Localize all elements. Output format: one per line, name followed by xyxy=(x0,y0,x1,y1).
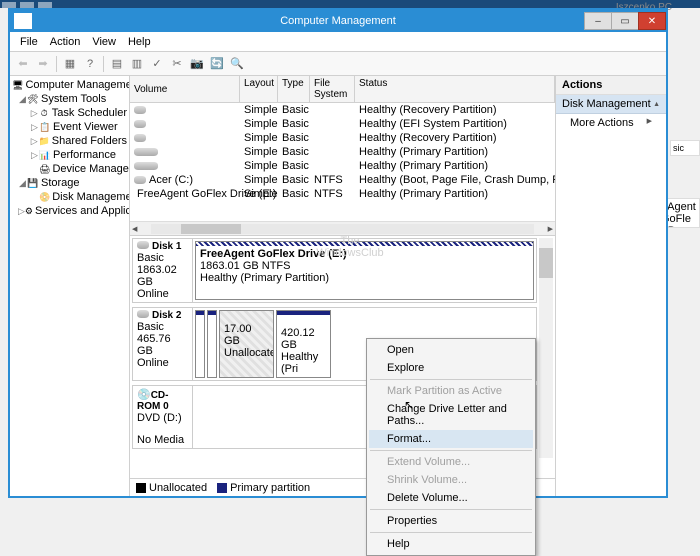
disk-2-small-partition-1[interactable] xyxy=(195,310,205,378)
ctx-mark-active[interactable]: Mark Partition as Active xyxy=(369,382,533,400)
view-bottom-button[interactable]: ▥ xyxy=(128,55,146,73)
tree-task-scheduler[interactable]: ▷⏱Task Scheduler xyxy=(12,106,127,120)
console-tree[interactable]: 🖥Computer Management (Local ◢🛠System Too… xyxy=(10,76,130,496)
tree-event-viewer[interactable]: ▷📋Event Viewer xyxy=(12,120,127,134)
volume-row[interactable]: SimpleBasicHealthy (Primary Partition) xyxy=(130,145,555,159)
close-button[interactable]: ✕ xyxy=(638,12,666,30)
tools-icon: 🛠 xyxy=(27,93,39,105)
ctx-shrink[interactable]: Shrink Volume... xyxy=(369,471,533,489)
volume-row[interactable]: SimpleBasicHealthy (Primary Partition) xyxy=(130,159,555,173)
view-top-button[interactable]: ▤ xyxy=(108,55,126,73)
app-icon: 🖥 xyxy=(14,13,32,29)
volume-row[interactable]: SimpleBasicHealthy (Recovery Partition) xyxy=(130,131,555,145)
col-status[interactable]: Status xyxy=(355,76,555,102)
disk-2-unallocated[interactable]: 17.00 GBUnallocated xyxy=(219,310,274,378)
ctx-open[interactable]: Open xyxy=(369,341,533,359)
legend-primary-swatch xyxy=(217,483,227,493)
toolbar: ⬅ ➡ ▦ ? ▤ ▥ ✓ ✂ 📷 🔄 🔍 xyxy=(10,52,666,76)
cut-button[interactable]: ✂ xyxy=(168,55,186,73)
rescan-button[interactable]: 🔄 xyxy=(208,55,226,73)
computer-management-window: 🖥 Computer Management – ▭ ✕ File Action … xyxy=(8,8,668,498)
folder-icon: 📁 xyxy=(38,135,49,147)
legend-unallocated-swatch xyxy=(136,483,146,493)
menu-action[interactable]: Action xyxy=(44,34,87,50)
tree-root[interactable]: 🖥Computer Management (Local xyxy=(12,78,127,92)
menu-help[interactable]: Help xyxy=(122,34,157,50)
tree-device-manager[interactable]: 🖨Device Manager xyxy=(12,162,127,176)
help-button[interactable]: ? xyxy=(81,55,99,73)
col-type[interactable]: Type xyxy=(278,76,310,102)
perf-icon: 📊 xyxy=(39,149,51,161)
col-volume[interactable]: Volume xyxy=(130,76,240,102)
services-icon: ⚙ xyxy=(25,205,33,217)
tree-storage[interactable]: ◢💾Storage xyxy=(12,176,127,190)
ctx-format[interactable]: Format... xyxy=(369,430,533,448)
event-icon: 📋 xyxy=(39,121,51,133)
computer-icon: 🖥 xyxy=(12,79,23,91)
menu-view[interactable]: View xyxy=(86,34,122,50)
titlebar[interactable]: 🖥 Computer Management – ▭ ✕ xyxy=(10,10,666,32)
disk-1-row[interactable]: Disk 1 Basic 1863.02 GB Online FreeAgent… xyxy=(132,238,537,303)
ctx-properties[interactable]: Properties xyxy=(369,512,533,530)
tree-services[interactable]: ▷⚙Services and Applications xyxy=(12,204,127,218)
disk-1-label: Disk 1 Basic 1863.02 GB Online xyxy=(133,239,193,302)
disk-1-partition-e[interactable]: FreeAgent GoFlex Drive (E:) 1863.01 GB N… xyxy=(195,241,534,300)
collapse-icon: ▲ xyxy=(653,101,660,108)
ctx-explore[interactable]: Explore xyxy=(369,359,533,377)
disk-icon: 📀 xyxy=(39,191,50,203)
actions-pane: Actions Disk Management▲ More Actions▶ xyxy=(556,76,666,496)
taskbar-fragment xyxy=(0,0,700,8)
tree-shared-folders[interactable]: ▷📁Shared Folders xyxy=(12,134,127,148)
forward-button[interactable]: ➡ xyxy=(34,55,52,73)
minimize-button[interactable]: – xyxy=(584,12,612,30)
volume-row[interactable]: SimpleBasicHealthy (EFI System Partition… xyxy=(130,117,555,131)
tree-performance[interactable]: ▷📊Performance xyxy=(12,148,127,162)
disk-2-label: Disk 2 Basic 465.76 GB Online xyxy=(133,308,193,380)
chevron-right-icon: ▶ xyxy=(647,117,652,129)
horizontal-scrollbar[interactable]: ◀▶ xyxy=(130,221,555,235)
volume-list[interactable]: Volume Layout Type File System Status Si… xyxy=(130,76,555,236)
context-menu: Open Explore Mark Partition as Active Ch… xyxy=(366,338,536,556)
volume-list-header[interactable]: Volume Layout Type File System Status xyxy=(130,76,555,103)
window-title: Computer Management xyxy=(280,15,396,27)
maximize-button[interactable]: ▭ xyxy=(611,12,639,30)
volume-row[interactable]: Acer (C:)SimpleBasicNTFSHealthy (Boot, P… xyxy=(130,173,555,187)
device-icon: 🖨 xyxy=(39,163,50,175)
background-window-fragment: sic xyxy=(670,140,700,156)
vertical-scrollbar[interactable] xyxy=(539,238,553,458)
storage-icon: 💾 xyxy=(27,177,39,189)
find-button[interactable]: 🔍 xyxy=(228,55,246,73)
menubar: File Action View Help xyxy=(10,32,666,52)
volume-row[interactable]: FreeAgent GoFlex Drive (E:)SimpleBasicNT… xyxy=(130,187,555,201)
tree-system-tools[interactable]: ◢🛠System Tools xyxy=(12,92,127,106)
col-filesystem[interactable]: File System xyxy=(310,76,355,102)
disk-2-partition[interactable]: 420.12 GBHealthy (Pri xyxy=(276,310,331,378)
tree-disk-management[interactable]: 📀Disk Management xyxy=(12,190,127,204)
ctx-extend[interactable]: Extend Volume... xyxy=(369,453,533,471)
clock-icon: ⏱ xyxy=(38,107,49,119)
volume-row[interactable]: SimpleBasicHealthy (Recovery Partition) xyxy=(130,103,555,117)
ctx-delete[interactable]: Delete Volume... xyxy=(369,489,533,507)
actions-more-actions[interactable]: More Actions▶ xyxy=(556,114,666,132)
menu-file[interactable]: File xyxy=(14,34,44,50)
ctx-help[interactable]: Help xyxy=(369,535,533,553)
settings-button[interactable]: ✓ xyxy=(148,55,166,73)
back-button[interactable]: ⬅ xyxy=(14,55,32,73)
refresh-button[interactable]: 📷 xyxy=(188,55,206,73)
show-hide-tree-button[interactable]: ▦ xyxy=(61,55,79,73)
actions-section-disk-management[interactable]: Disk Management▲ xyxy=(556,95,666,114)
disk-2-small-partition-2[interactable] xyxy=(207,310,217,378)
col-layout[interactable]: Layout xyxy=(240,76,278,102)
cdrom-label: 💿CD-ROM 0 DVD (D:) No Media xyxy=(133,386,193,448)
ctx-change-letter[interactable]: Change Drive Letter and Paths... xyxy=(369,400,533,430)
actions-header: Actions xyxy=(556,76,666,95)
